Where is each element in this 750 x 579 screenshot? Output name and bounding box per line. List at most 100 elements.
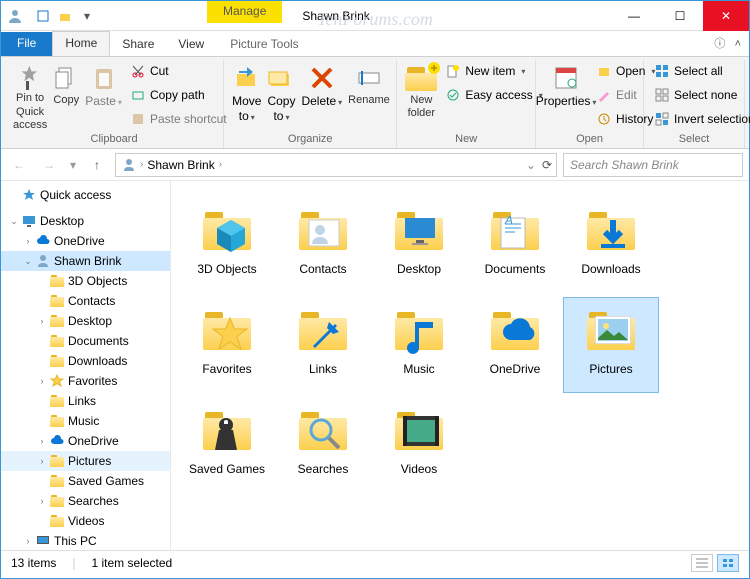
- tree-node-desktop[interactable]: ⌄Desktop: [1, 211, 170, 231]
- folder-item-searches[interactable]: Searches: [275, 397, 371, 493]
- nav-recent-button[interactable]: ▾: [67, 153, 79, 177]
- nav-forward-button[interactable]: →: [37, 153, 61, 177]
- tree-node-music[interactable]: Music: [1, 411, 170, 431]
- nav-back-button[interactable]: ←: [7, 153, 31, 177]
- move-to-button[interactable]: Move to▾: [230, 60, 263, 132]
- tree-node-label: Favorites: [68, 374, 117, 388]
- address-dropdown-icon[interactable]: ⌄: [526, 158, 536, 172]
- folder-icon: [49, 273, 65, 289]
- folder-icon: [487, 302, 543, 358]
- breadcrumb-segment[interactable]: Shawn Brink: [145, 158, 216, 172]
- new-item-button[interactable]: New item▾: [441, 60, 546, 82]
- tree-node-pictures[interactable]: ›Pictures: [1, 451, 170, 471]
- folder-item-music[interactable]: Music: [371, 297, 467, 393]
- ribbon-group-organize: Move to▾ Copy to▾ Delete▾ Rename Organiz…: [224, 60, 397, 148]
- window-title: Shawn Brink: [302, 9, 369, 23]
- folder-item-favorites[interactable]: Favorites: [179, 297, 275, 393]
- cut-button[interactable]: Cut: [126, 60, 231, 82]
- item-label: Music: [403, 362, 434, 376]
- folder-item-pictures[interactable]: Pictures: [563, 297, 659, 393]
- minimize-button[interactable]: —: [611, 1, 657, 31]
- tree-node-saved-games[interactable]: Saved Games: [1, 471, 170, 491]
- tree-node-onedrive[interactable]: ›OneDrive: [1, 431, 170, 451]
- tab-home[interactable]: Home: [52, 31, 110, 56]
- rename-button[interactable]: Rename: [346, 60, 392, 132]
- tree-node-onedrive[interactable]: ›OneDrive: [1, 231, 170, 251]
- pin-to-quick-access-button[interactable]: Pin to Quick access: [11, 60, 49, 132]
- tree-node-downloads[interactable]: Downloads: [1, 351, 170, 371]
- tree-node-label: 3D Objects: [68, 274, 127, 288]
- tree-toggle-icon[interactable]: ›: [21, 236, 35, 246]
- folder-icon: [49, 313, 65, 329]
- select-none-button[interactable]: Select none: [650, 84, 750, 106]
- folder-item-links[interactable]: Links: [275, 297, 371, 393]
- copy-path-button[interactable]: Copy path: [126, 84, 231, 106]
- tree-node-this-pc[interactable]: ›This PC: [1, 531, 170, 550]
- properties-button[interactable]: Properties▾: [542, 60, 590, 132]
- star-icon: [21, 187, 37, 203]
- maximize-button[interactable]: ☐: [657, 1, 703, 31]
- tree-toggle-icon[interactable]: ›: [21, 536, 35, 546]
- close-button[interactable]: ✕: [703, 1, 749, 31]
- folder-item-onedrive[interactable]: OneDrive: [467, 297, 563, 393]
- tab-picture-tools[interactable]: Picture Tools: [218, 33, 310, 56]
- folder-item-3d-objects[interactable]: 3D Objects: [179, 197, 275, 293]
- nav-up-button[interactable]: ↑: [85, 153, 109, 177]
- tree-node-label: Desktop: [68, 314, 112, 328]
- item-label: Documents: [485, 262, 546, 276]
- paste-shortcut-button[interactable]: Paste shortcut: [126, 108, 231, 130]
- tree-toggle-icon[interactable]: ›: [35, 456, 49, 466]
- tree-node-documents[interactable]: Documents: [1, 331, 170, 351]
- qat-properties-icon[interactable]: [33, 6, 53, 26]
- qat-dropdown-icon[interactable]: ▾: [77, 6, 97, 26]
- select-all-button[interactable]: Select all: [650, 60, 750, 82]
- refresh-button[interactable]: ⟳: [542, 158, 552, 172]
- tree-toggle-icon[interactable]: ›: [35, 496, 49, 506]
- title-bar-left: ▾: [1, 6, 97, 26]
- new-folder-button[interactable]: New folder: [403, 60, 439, 132]
- tree-node-contacts[interactable]: Contacts: [1, 291, 170, 311]
- tree-node-shawn-brink[interactable]: ⌄Shawn Brink: [1, 251, 170, 271]
- view-details-button[interactable]: [691, 554, 713, 572]
- tree-node-links[interactable]: Links: [1, 391, 170, 411]
- folder-icon: [49, 493, 65, 509]
- tab-file[interactable]: File: [1, 32, 52, 56]
- tab-share[interactable]: Share: [110, 33, 166, 56]
- tree-node-desktop[interactable]: › Desktop: [1, 311, 170, 331]
- copy-to-button[interactable]: Copy to▾: [265, 60, 297, 132]
- content-pane[interactable]: 3D ObjectsContactsDesktopADocumentsDownl…: [171, 181, 749, 550]
- tree-toggle-icon[interactable]: ⌄: [21, 256, 35, 267]
- tree-node-quick-access[interactable]: Quick access: [1, 185, 170, 205]
- easy-access-button[interactable]: Easy access▾: [441, 84, 546, 106]
- ribbon-collapse-icon[interactable]: ⓘ ˄: [714, 35, 741, 51]
- qat-new-folder-icon[interactable]: [55, 6, 75, 26]
- invert-selection-button[interactable]: Invert selection: [650, 108, 750, 130]
- folder-icon: [199, 202, 255, 258]
- tree-toggle-icon[interactable]: ›: [35, 376, 49, 386]
- copy-button[interactable]: Copy: [51, 60, 81, 132]
- tree-toggle-icon[interactable]: ›: [35, 316, 49, 326]
- tree-toggle-icon[interactable]: ⌄: [7, 216, 21, 227]
- tree-node-label: Quick access: [40, 188, 111, 202]
- folder-item-contacts[interactable]: Contacts: [275, 197, 371, 293]
- tree-node-3d-objects[interactable]: 3D Objects: [1, 271, 170, 291]
- folder-item-documents[interactable]: ADocuments: [467, 197, 563, 293]
- folder-icon: [49, 293, 65, 309]
- folder-item-downloads[interactable]: Downloads: [563, 197, 659, 293]
- view-icons-button[interactable]: [717, 554, 739, 572]
- tree-toggle-icon[interactable]: ›: [35, 436, 49, 446]
- paste-button[interactable]: Paste▾: [83, 60, 124, 132]
- tab-view[interactable]: View: [166, 33, 216, 56]
- navigation-tree[interactable]: Quick access⌄Desktop›OneDrive⌄Shawn Brin…: [1, 181, 171, 550]
- folder-item-saved-games[interactable]: Saved Games: [179, 397, 275, 493]
- folder-item-desktop[interactable]: Desktop: [371, 197, 467, 293]
- search-input[interactable]: Search Shawn Brink: [563, 153, 743, 177]
- tree-node-searches[interactable]: ›Searches: [1, 491, 170, 511]
- tree-node-label: Music: [68, 414, 99, 428]
- delete-button[interactable]: Delete▾: [299, 60, 344, 132]
- contextual-tab-manage[interactable]: Manage: [207, 1, 282, 23]
- tree-node-videos[interactable]: Videos: [1, 511, 170, 531]
- folder-item-videos[interactable]: Videos: [371, 397, 467, 493]
- breadcrumb[interactable]: › Shawn Brink › ⌄ ⟳: [115, 153, 557, 177]
- tree-node-favorites[interactable]: › Favorites: [1, 371, 170, 391]
